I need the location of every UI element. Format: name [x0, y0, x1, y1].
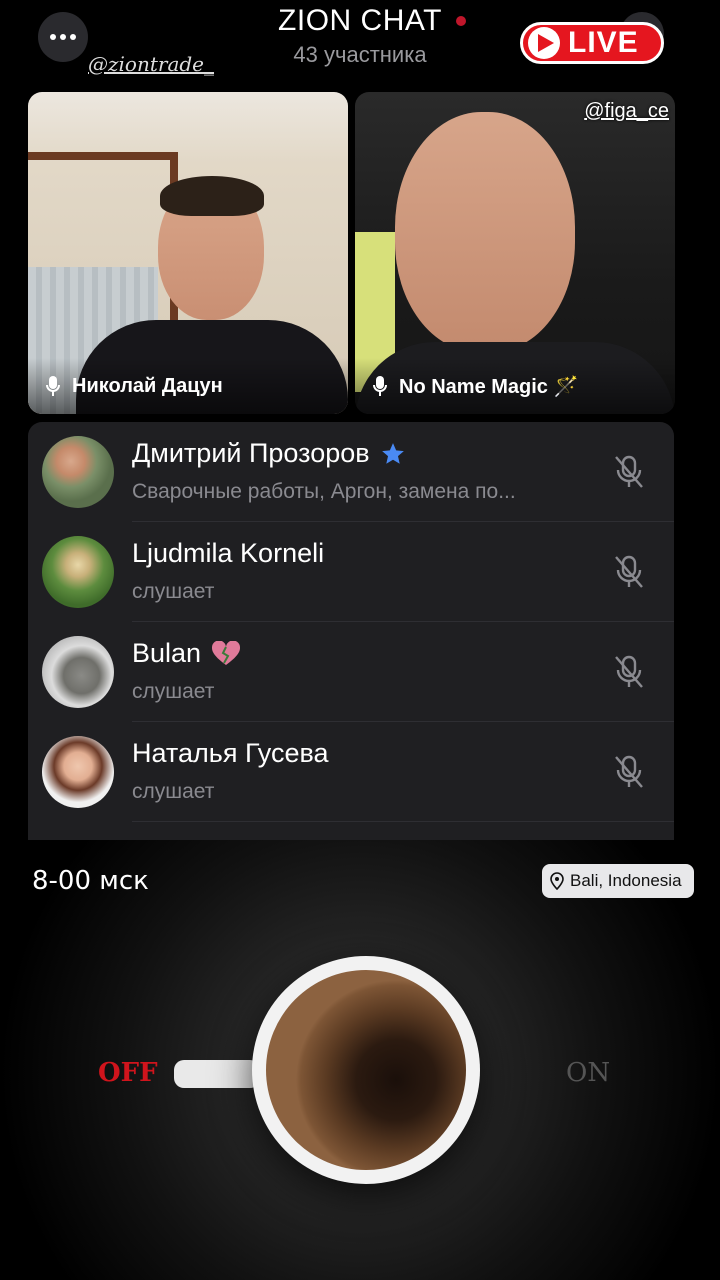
play-icon: [528, 27, 560, 59]
participant-name: Bulan: [132, 638, 202, 668]
participant-name: Ljudmila Korneli: [132, 538, 325, 568]
location-sticker[interactable]: Bali, Indonesia: [542, 864, 694, 898]
participant-name: Наталья Гусева: [132, 738, 329, 768]
cup-handle: [174, 1060, 260, 1088]
participant-status: слушает: [132, 680, 215, 703]
list-item[interactable]: Bulan слушает: [28, 622, 674, 722]
coffee-surface: [266, 970, 466, 1170]
row-divider: [132, 821, 674, 822]
participant-status: слушает: [132, 580, 215, 603]
participant-list[interactable]: Дмитрий Прозоров Сварочные работы, Аргон…: [28, 422, 674, 840]
speaker-hair: [160, 176, 264, 216]
heart-emoji-icon: [212, 640, 241, 665]
muted-mic-icon[interactable]: [612, 754, 646, 790]
muted-mic-icon[interactable]: [612, 554, 646, 590]
off-label: OFF: [98, 1058, 158, 1088]
muted-mic-icon[interactable]: [612, 454, 646, 490]
list-item[interactable]: Ljudmila Korneli слушает: [28, 522, 674, 622]
tile-2-label: No Name Magic 🪄: [355, 358, 675, 414]
tile-1-name: Николай Дацун: [72, 374, 223, 397]
video-tile-2[interactable]: @figa_ce No Name Magic 🪄: [355, 92, 675, 414]
on-label: ON: [566, 1058, 611, 1088]
participant-status: слушает: [132, 780, 215, 803]
avatar: [42, 436, 114, 508]
avatar: [42, 736, 114, 808]
recording-dot-icon: [455, 16, 466, 26]
tile-2-name: No Name Magic 🪄: [399, 375, 579, 398]
mic-icon: [46, 376, 60, 396]
tile-2-handle: @figa_ce: [584, 100, 669, 122]
chat-title: ZION CHAT: [278, 4, 466, 38]
time-label: 8-00 мск: [32, 866, 149, 896]
participant-name-row: Наталья Гусева: [132, 738, 329, 769]
coffee-cup: [252, 956, 480, 1184]
speaker-face: [395, 112, 575, 352]
live-badge: LIVE: [520, 22, 664, 64]
list-item[interactable]: Наталья Гусева слушает: [28, 722, 674, 822]
star-icon: [381, 442, 404, 464]
participant-status: Сварочные работы, Аргон, замена по...: [132, 480, 516, 503]
mic-icon: [373, 376, 387, 396]
participant-name: Дмитрий Прозоров: [132, 438, 370, 468]
tile-1-label: Николай Дацун: [28, 358, 348, 414]
list-item[interactable]: Дмитрий Прозоров Сварочные работы, Аргон…: [28, 422, 674, 522]
video-tile-1[interactable]: Николай Дацун: [28, 92, 348, 414]
live-label: LIVE: [568, 26, 639, 59]
chat-title-text: ZION CHAT: [278, 4, 442, 37]
avatar: [42, 636, 114, 708]
location-text: Bali, Indonesia: [570, 871, 682, 890]
muted-mic-icon[interactable]: [612, 654, 646, 690]
participant-name-row: Дмитрий Прозоров: [132, 438, 406, 469]
avatar: [42, 536, 114, 608]
location-pin-icon: [550, 872, 564, 890]
participant-name-row: Bulan: [132, 638, 241, 669]
participant-name-row: Ljudmila Korneli: [132, 538, 324, 569]
